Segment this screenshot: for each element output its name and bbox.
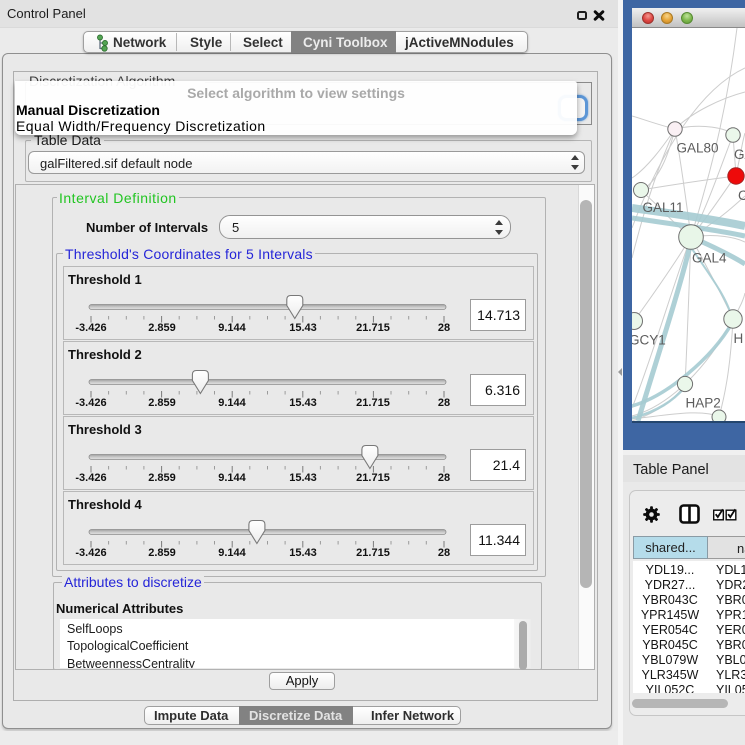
- svg-text:C: C: [738, 188, 745, 203]
- svg-text:GCY1: GCY1: [632, 333, 666, 348]
- svg-text:GAL4: GAL4: [692, 251, 727, 266]
- svg-text:GA: GA: [734, 147, 745, 162]
- svg-text:GAL11: GAL11: [643, 200, 684, 215]
- svg-text:HAP2: HAP2: [686, 396, 721, 411]
- svg-text:H: H: [734, 331, 744, 346]
- svg-text:GAL80: GAL80: [677, 141, 719, 156]
